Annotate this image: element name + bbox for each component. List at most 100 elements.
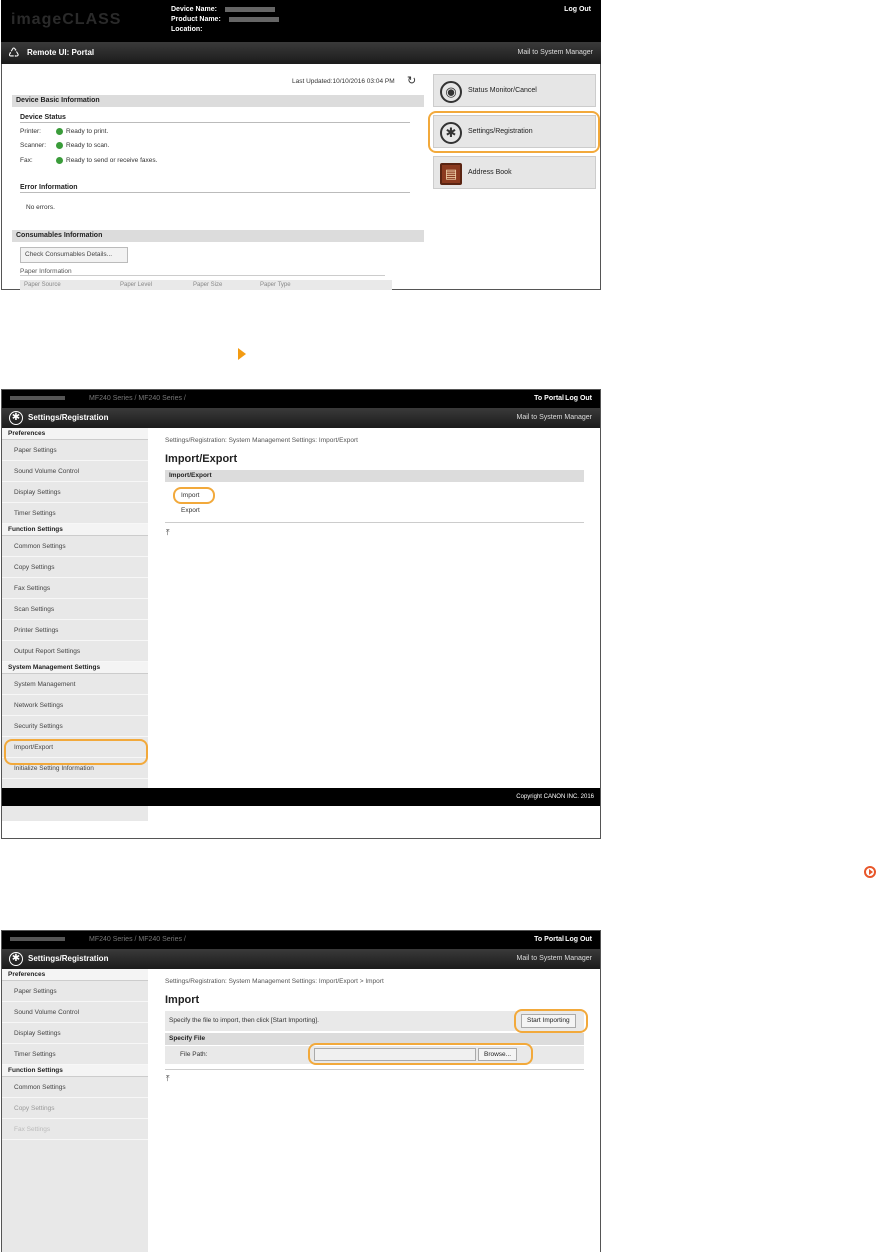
to-portal-link[interactable]: To Portal — [534, 936, 564, 943]
status-text: Ready to print. — [66, 128, 109, 135]
page-title: Remote UI: Portal — [27, 48, 95, 57]
sidebar-item-security-settings[interactable]: Security Settings — [2, 716, 148, 737]
settings-title: Settings/Registration — [28, 413, 109, 422]
sidebar-item-fax-settings[interactable]: Fax Settings — [2, 1119, 148, 1140]
breadcrumb: Settings/Registration: System Management… — [165, 437, 358, 444]
sidebar-item-printer-settings[interactable]: Printer Settings — [2, 620, 148, 641]
sidebar-heading-function: Function Settings — [2, 524, 148, 536]
address-book-button[interactable]: ▤ Address Book — [433, 156, 596, 189]
check-consumables-button[interactable]: Check Consumables Details... — [20, 247, 128, 263]
settings-header: MF240 Series / MF240 Series / To Portal … — [2, 390, 600, 408]
highlight-import-export — [4, 739, 148, 765]
sidebar-item-copy-settings[interactable]: Copy Settings — [2, 557, 148, 578]
mail-system-manager-link[interactable]: Mail to System Manager — [517, 955, 592, 962]
device-name-label: Device Name: — [171, 6, 217, 13]
sidebar-item-paper-settings[interactable]: Paper Settings — [2, 440, 148, 461]
sidebar-item-sound-volume[interactable]: Sound Volume Control — [2, 461, 148, 482]
highlight-file-path — [308, 1043, 533, 1065]
product-name-label: Product Name: — [171, 16, 221, 23]
breadcrumb: Settings/Registration: System Management… — [165, 978, 384, 985]
sidebar-item-scan-settings[interactable]: Scan Settings — [2, 599, 148, 620]
col-paper-size: Paper Size — [193, 282, 223, 288]
sidebar-item-fax-settings[interactable]: Fax Settings — [2, 578, 148, 599]
sidebar-item-timer-settings[interactable]: Timer Settings — [2, 1044, 148, 1065]
settings-titlebar: ✱ Settings/Registration Mail to System M… — [2, 949, 600, 969]
device-crumb: MF240 Series / MF240 Series / — [10, 936, 186, 943]
divider — [165, 522, 584, 523]
location-label: Location: — [171, 26, 203, 33]
sidebar-heading-system: System Management Settings — [2, 662, 148, 674]
import-screenshot: MF240 Series / MF240 Series / To Portal … — [1, 930, 601, 1252]
refresh-icon[interactable]: ↻ — [407, 74, 416, 87]
device-info: Device Name: Product Name: Location: — [171, 5, 279, 35]
settings-icon: ✱ — [9, 952, 23, 966]
device-crumb-text: MF240 Series / MF240 Series / — [89, 395, 186, 402]
divider — [165, 1069, 584, 1070]
status-text: Ready to scan. — [66, 142, 110, 149]
link-arrow-icon[interactable] — [864, 866, 876, 878]
highlight-start-importing — [514, 1009, 588, 1033]
status-ok-icon — [56, 128, 63, 135]
sidebar-heading-preferences: Preferences — [2, 428, 148, 440]
device-basic-info-heading: Device Basic Information — [12, 95, 424, 107]
sidebar-heading-preferences: Preferences — [2, 969, 148, 981]
sidebar-item-system-management[interactable]: System Management — [2, 674, 148, 695]
device-crumb-text: MF240 Series / MF240 Series / — [89, 936, 186, 943]
page-title: Import — [165, 994, 200, 1006]
go-to-top-icon[interactable]: ⤒ — [166, 1074, 170, 1084]
settings-icon: ✱ — [9, 411, 23, 425]
sidebar-item-common-settings[interactable]: Common Settings — [2, 1077, 148, 1098]
import-export-main: Settings/Registration: System Management… — [148, 428, 600, 788]
portal-titlebar: ♺ Remote UI: Portal Mail to System Manag… — [1, 42, 601, 64]
sidebar-item-common-settings[interactable]: Common Settings — [2, 536, 148, 557]
sidebar-heading-function: Function Settings — [2, 1065, 148, 1077]
status-text: Ready to send or receive faxes. — [66, 157, 158, 164]
to-portal-link[interactable]: To Portal — [534, 395, 564, 402]
mail-system-manager-link[interactable]: Mail to System Manager — [517, 414, 592, 421]
mail-system-manager-link[interactable]: Mail to System Manager — [518, 49, 593, 56]
instruction-text: Specify the file to import, then click [… — [169, 1017, 319, 1024]
highlight-settings — [428, 111, 600, 153]
device-crumb: MF240 Series / MF240 Series / — [10, 395, 186, 402]
page-title: Import/Export — [165, 453, 238, 465]
status-label: Scanner: — [20, 142, 47, 149]
last-updated: Last Updated:10/10/2016 03:04 PM — [292, 78, 395, 85]
portal-content: Last Updated:10/10/2016 03:04 PM ↻ Devic… — [1, 64, 601, 290]
sidebar-item-paper-settings[interactable]: Paper Settings — [2, 981, 148, 1002]
go-to-top-icon[interactable]: ⤒ — [166, 528, 170, 538]
col-paper-source: Paper Source — [24, 282, 61, 288]
status-fax: Fax: Ready to send or receive faxes. — [20, 157, 157, 164]
status-ok-icon — [56, 157, 63, 164]
sidebar-item-output-report[interactable]: Output Report Settings — [2, 641, 148, 662]
sidebar-item-display-settings[interactable]: Display Settings — [2, 1023, 148, 1044]
sidebar-item-network-settings[interactable]: Network Settings — [2, 695, 148, 716]
export-link[interactable]: Export — [181, 507, 200, 514]
settings-footer: Copyright CANON INC. 2016 — [2, 788, 600, 806]
portal-screenshot: imageCLASS Device Name: Product Name: Lo… — [1, 0, 601, 290]
paper-info-heading: Paper Information — [20, 268, 385, 276]
status-ok-icon — [56, 142, 63, 149]
brand-logo: imageCLASS — [11, 11, 122, 28]
logout-link[interactable]: Log Out — [564, 6, 591, 13]
consumables-info-heading: Consumables Information — [12, 230, 424, 242]
status-monitor-label: Status Monitor/Cancel — [468, 87, 537, 94]
settings-header: MF240 Series / MF240 Series / To Portal … — [2, 931, 600, 949]
sidebar-item-copy-settings[interactable]: Copy Settings — [2, 1098, 148, 1119]
import-export-screenshot: MF240 Series / MF240 Series / To Portal … — [1, 389, 601, 839]
sidebar-item-sound-volume[interactable]: Sound Volume Control — [2, 1002, 148, 1023]
status-monitor-button[interactable]: ◉ Status Monitor/Cancel — [433, 74, 596, 107]
eye-icon: ◉ — [440, 81, 462, 103]
status-label: Fax: — [20, 157, 33, 164]
status-scanner: Scanner: Ready to scan. — [20, 142, 109, 149]
col-paper-level: Paper Level — [120, 282, 153, 288]
portal-header: imageCLASS Device Name: Product Name: Lo… — [1, 0, 601, 42]
logout-link[interactable]: Log Out — [565, 395, 592, 402]
sidebar-item-timer-settings[interactable]: Timer Settings — [2, 503, 148, 524]
import-main: Settings/Registration: System Management… — [148, 969, 600, 1252]
col-paper-type: Paper Type — [260, 282, 291, 288]
logout-link[interactable]: Log Out — [565, 936, 592, 943]
next-step-arrow-icon — [238, 348, 246, 360]
sidebar-item-display-settings[interactable]: Display Settings — [2, 482, 148, 503]
address-book-label: Address Book — [468, 169, 512, 176]
paper-table-header: Paper Source Paper Level Paper Size Pape… — [20, 280, 392, 290]
